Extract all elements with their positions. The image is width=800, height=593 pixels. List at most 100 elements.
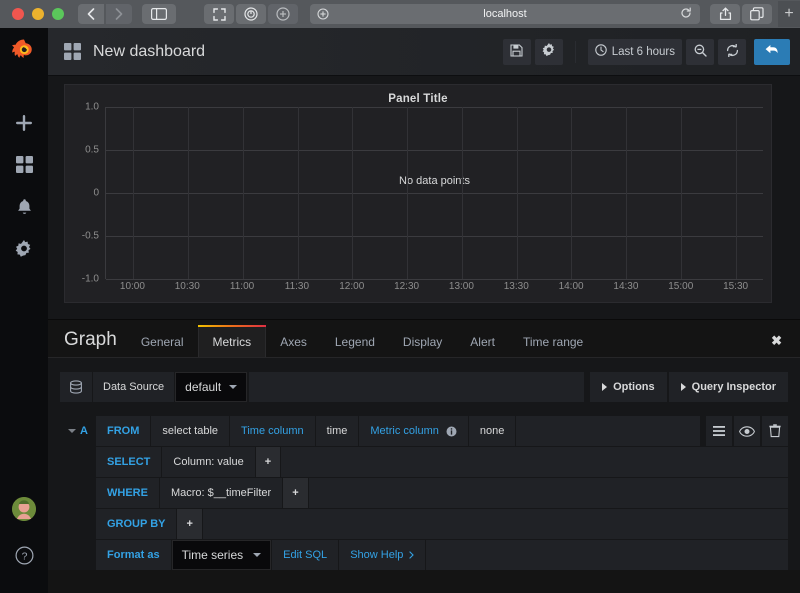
new-tab-button[interactable]: +: [778, 1, 800, 27]
time-column-value[interactable]: time: [315, 416, 360, 446]
grid-line-vertical: [680, 107, 682, 279]
close-window-button[interactable]: [12, 8, 24, 20]
share-icon[interactable]: [710, 4, 740, 24]
tab-axes[interactable]: Axes: [266, 336, 321, 357]
back-arrow-icon: [764, 43, 780, 60]
edit-sql-button[interactable]: Edit SQL: [271, 540, 340, 570]
back-to-dashboard-button[interactable]: [754, 38, 790, 65]
url-bar[interactable]: localhost: [310, 4, 700, 24]
sidebar-toggle-icon[interactable]: [142, 4, 176, 24]
tab-display[interactable]: Display: [389, 336, 456, 357]
grid-line-horizontal: [106, 279, 763, 280]
dashboard-settings-button[interactable]: [534, 38, 563, 65]
tab-legend[interactable]: Legend: [321, 336, 389, 357]
query-inspector-button[interactable]: Query Inspector: [668, 372, 788, 402]
toggle-query-visibility-button[interactable]: [734, 416, 760, 446]
grid-line-vertical: [297, 107, 299, 279]
gear-icon: [542, 43, 556, 60]
window-traffic-lights[interactable]: [6, 8, 72, 20]
format-as-select[interactable]: Time series: [171, 540, 272, 570]
show-help-button[interactable]: Show Help: [339, 540, 427, 570]
info-icon[interactable]: [446, 426, 457, 437]
options-toggle-button[interactable]: Options: [590, 372, 667, 402]
sidebar-item-help[interactable]: ?: [0, 537, 48, 579]
select-row-filler: [281, 447, 788, 477]
fullscreen-icon[interactable]: [204, 4, 234, 24]
chevron-right-icon: [680, 383, 686, 391]
datasource-label: Data Source: [93, 372, 176, 402]
browser-back-icon[interactable]: [78, 4, 104, 24]
time-range-label: Last 6 hours: [611, 45, 675, 58]
sidebar-item-alerting[interactable]: [0, 188, 48, 230]
datasource-value: default: [185, 380, 222, 394]
reload-icon[interactable]: [680, 7, 692, 22]
metric-column-label[interactable]: Metric column: [359, 416, 469, 446]
query-inspector-label: Query Inspector: [691, 381, 776, 393]
query-row-actions: [706, 416, 788, 446]
format-as-label[interactable]: Format as: [96, 540, 172, 570]
tab-metrics[interactable]: Metrics: [197, 325, 267, 357]
query-ref-toggle[interactable]: A: [60, 416, 96, 446]
query-select-row: SELECT Column: value +: [60, 447, 788, 477]
delete-query-button[interactable]: [762, 416, 788, 446]
format-row-filler: [426, 540, 788, 570]
grid-line-horizontal: [106, 193, 763, 194]
grafana-logo-icon[interactable]: [0, 28, 48, 76]
nav-buttons[interactable]: [78, 4, 134, 24]
add-where-button[interactable]: +: [283, 478, 309, 508]
graph-panel[interactable]: Panel Title 1.0 0.5 0 -0.5 -1.0 No data poin…: [64, 84, 772, 303]
tab-overview-icon[interactable]: [742, 4, 772, 24]
query-editor-A: A FROM select table Time column time Met…: [60, 416, 788, 570]
zoom-out-time-button[interactable]: [686, 38, 714, 65]
bell-icon: [16, 198, 33, 221]
time-column-label[interactable]: Time column: [230, 416, 316, 446]
browser-forward-icon[interactable]: [106, 4, 132, 24]
x-axis-tick: 11:00: [229, 281, 255, 292]
group-by-label[interactable]: GROUP BY: [96, 509, 178, 539]
select-label[interactable]: SELECT: [96, 447, 163, 477]
y-axis-tick: 1.0: [85, 101, 99, 113]
metric-column-value[interactable]: none: [468, 416, 517, 446]
plot-wrapper: 1.0 0.5 0 -0.5 -1.0 No data points 10:00 10:3…: [65, 102, 771, 302]
y-axis-labels: 1.0 0.5 0 -0.5 -1.0: [65, 102, 103, 285]
sidebar-item-dashboards[interactable]: [0, 146, 48, 188]
svg-text:?: ?: [21, 551, 27, 563]
tab-alert[interactable]: Alert: [456, 336, 509, 357]
from-table-segment[interactable]: select table: [151, 416, 231, 446]
metrics-tab-body: Data Source default Options Query Inspec…: [48, 358, 800, 570]
minimize-window-button[interactable]: [32, 8, 44, 20]
close-editor-button[interactable]: ✖: [765, 333, 788, 357]
sidebar-item-create[interactable]: [0, 104, 48, 146]
grid-line-vertical: [407, 107, 409, 279]
y-axis-tick: 0.5: [85, 144, 99, 156]
x-axis-tick: 10:30: [174, 281, 200, 292]
add-groupby-button[interactable]: +: [177, 509, 203, 539]
x-axis-tick: 14:00: [558, 281, 584, 292]
grid-line-vertical: [133, 107, 135, 279]
where-macro-segment[interactable]: Macro: $__timeFilter: [159, 478, 284, 508]
from-label[interactable]: FROM: [96, 416, 152, 446]
sidebar-item-configuration[interactable]: [0, 230, 48, 272]
time-range-picker[interactable]: Last 6 hours: [587, 38, 682, 65]
add-select-button[interactable]: +: [255, 447, 282, 477]
page-zoom-icon[interactable]: [268, 4, 298, 24]
x-axis-labels: 10:00 10:30 11:00 11:30 12:00 12:30 13:00 13:30…: [105, 281, 763, 297]
grid-line-vertical: [735, 107, 737, 279]
reader-view-icon[interactable]: [236, 4, 266, 24]
datasource-picker[interactable]: default: [175, 372, 248, 402]
plot-grid[interactable]: No data points: [105, 107, 763, 280]
select-column-segment[interactable]: Column: value: [162, 447, 256, 477]
query-menu-button[interactable]: [706, 416, 732, 446]
save-dashboard-button[interactable]: [502, 38, 531, 65]
tab-general[interactable]: General: [127, 336, 198, 357]
page-settings-icon[interactable]: [317, 8, 329, 20]
tab-time-range[interactable]: Time range: [509, 336, 597, 357]
refresh-button[interactable]: [718, 38, 746, 65]
datasource-row: Data Source default Options Query Inspec…: [60, 372, 788, 402]
browser-chrome: localhost +: [0, 0, 800, 28]
maximize-window-button[interactable]: [52, 8, 64, 20]
user-avatar[interactable]: [12, 497, 36, 521]
editor-tabs: Graph General Metrics Axes Legend Display Ale…: [48, 320, 800, 358]
where-label[interactable]: WHERE: [96, 478, 160, 508]
url-text: localhost: [483, 8, 527, 20]
